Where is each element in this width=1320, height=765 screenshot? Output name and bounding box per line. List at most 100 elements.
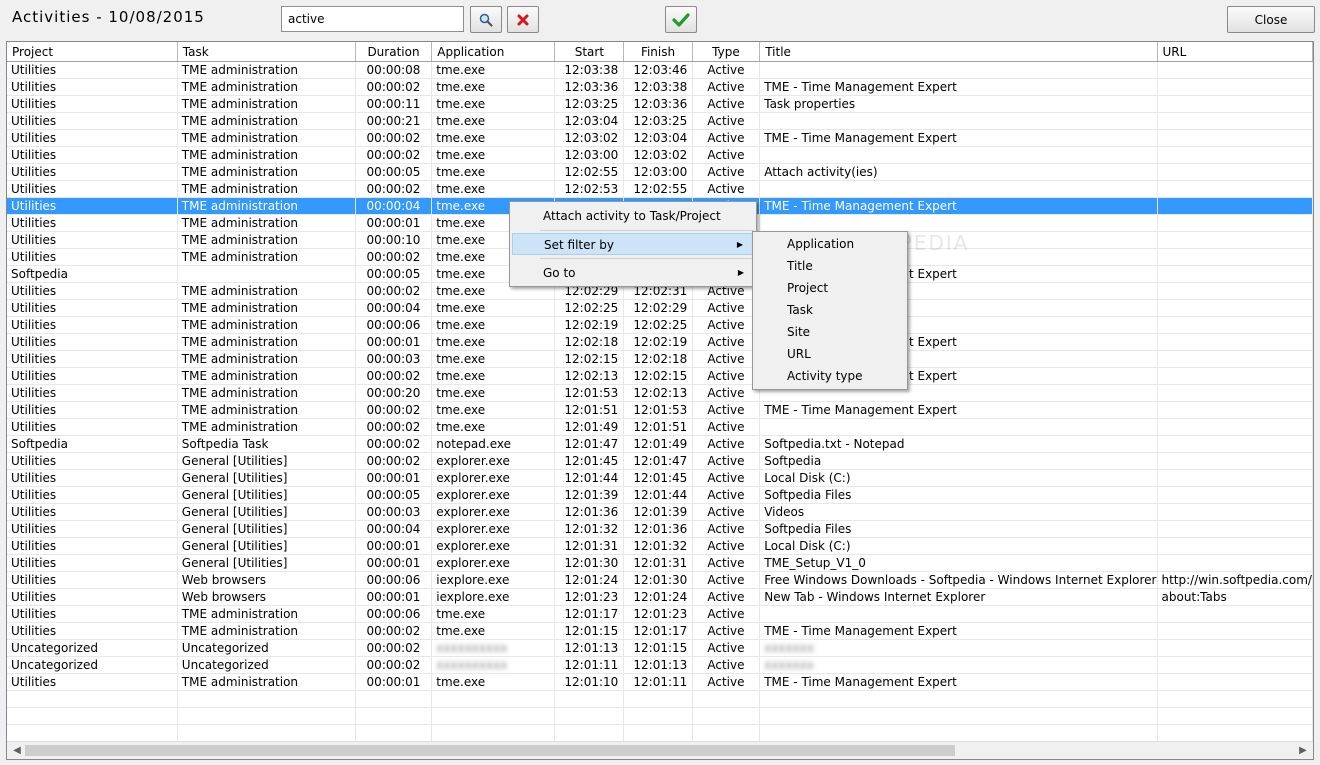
column-header[interactable]: Duration [355,42,433,62]
table-row[interactable]: Utilities TME administration 00:00:11 tme.e… [7,95,1313,113]
table-row[interactable]: Utilities TME administration 00:00:20 tme.e… [7,384,1313,402]
table-row[interactable]: Utilities TME administration 00:00:02 tme.e… [7,367,1313,385]
table-cell: 12:02:29 [623,299,693,317]
table-cell: 00:00:03 [355,503,433,521]
table-row[interactable]: Utilities TME administration 00:00:02 tme.e… [7,129,1313,147]
submenu-item[interactable]: Application [755,233,905,255]
table-row[interactable]: Utilities General [Utilities] 00:00:03 expl… [7,503,1313,521]
table-cell: 00:00:05 [355,486,433,504]
table-cell [623,690,693,708]
column-header[interactable]: URL [1157,42,1313,62]
table-cell: 00:00:01 [355,469,433,487]
table-row[interactable]: Utilities TME administration 00:00:21 tme.e… [7,112,1313,130]
table-cell: 00:00:06 [355,316,433,334]
table-cell [1157,129,1313,147]
table-row[interactable]: Utilities General [Utilities] 00:00:01 expl… [7,554,1313,572]
table-cell: TME administration [177,622,356,640]
column-header[interactable]: Start [554,42,625,62]
table-row[interactable]: Utilities TME administration 00:00:05 tme.e… [7,163,1313,181]
table-row[interactable]: Utilities TME administration 00:00:02 tme.e… [7,401,1313,419]
table-cell: TME administration [177,95,356,113]
table-cell: TME administration [177,673,356,691]
column-header[interactable]: Application [431,42,556,62]
column-header[interactable]: Type [692,42,761,62]
search-button[interactable] [470,6,502,33]
column-header[interactable]: Finish [623,42,693,62]
table-row[interactable]: Utilities TME administration 00:00:02 tme.e… [7,622,1313,640]
column-header[interactable]: Title [759,42,1158,62]
submenu-item[interactable]: Title [755,255,905,277]
table-row[interactable]: Uncategorized Uncategorized 00:00:02 xxxxxx… [7,639,1313,657]
table-row[interactable]: Utilities TME administration 00:00:03 tme.e… [7,350,1313,368]
scrollbar-thumb[interactable] [25,745,955,756]
table-cell: Utilities [7,418,178,436]
search-input[interactable] [281,6,464,32]
table-cell: 12:02:53 [554,180,625,198]
table-cell [692,724,761,742]
table-cell: Web browsers [177,588,356,606]
submenu-item[interactable]: Site [755,321,905,343]
table-row[interactable]: Utilities TME administration 00:00:02 tme.e… [7,180,1313,198]
table-cell: Utilities [7,214,178,232]
table-row[interactable]: Utilities TME administration 00:00:02 tme.e… [7,418,1313,436]
clear-filter-button[interactable] [507,6,539,33]
activities-grid[interactable]: Project Task Duration Application Start Finis… [6,41,1314,760]
submenu-item[interactable]: Task [755,299,905,321]
table-row[interactable]: Utilities TME administration 00:00:04 tme.e… [7,299,1313,317]
table-cell: TME administration [177,418,356,436]
table-cell: Utilities [7,333,178,351]
table-cell: explorer.exe [431,469,556,487]
table-cell: 12:01:45 [554,452,625,470]
menu-item-go-to[interactable]: Go to ▶ [512,262,754,284]
column-header[interactable]: Project [7,42,178,62]
scroll-left-icon[interactable]: ◀ [9,743,25,758]
table-cell: Active [692,588,761,606]
table-cell: 12:01:13 [554,639,625,657]
table-row[interactable]: Utilities TME administration 00:00:06 tme.e… [7,316,1313,334]
table-cell: Active [692,350,761,368]
menu-separator [540,230,754,231]
table-row[interactable]: Softpedia Softpedia Task 00:00:02 notepad.e… [7,435,1313,453]
submenu-item[interactable]: Project [755,277,905,299]
table-row[interactable]: Utilities General [Utilities] 00:00:02 expl… [7,452,1313,470]
table-cell [431,707,556,725]
apply-button[interactable] [665,6,697,33]
table-cell: Active [692,656,761,674]
table-row[interactable]: Utilities General [Utilities] 00:00:01 expl… [7,469,1313,487]
table-row[interactable]: Utilities Web browsers 00:00:01 iexplore.ex… [7,588,1313,606]
table-cell [1157,537,1313,555]
submenu-item[interactable]: URL [755,343,905,365]
table-cell: 00:00:06 [355,571,433,589]
column-header[interactable]: Task [177,42,356,62]
table-cell: Active [692,554,761,572]
table-cell: 12:02:25 [554,299,625,317]
table-cell: 12:03:00 [554,146,625,164]
table-row[interactable]: Utilities General [Utilities] 00:00:01 expl… [7,537,1313,555]
menu-item-set-filter[interactable]: Set filter by ▶ [512,233,754,255]
close-button[interactable]: Close [1227,6,1315,33]
table-cell: 12:02:15 [554,350,625,368]
table-cell: 12:03:46 [623,61,693,79]
table-cell: 12:02:13 [623,384,693,402]
table-row[interactable]: Utilities TME administration 00:00:01 tme.e… [7,333,1313,351]
table-cell: 12:01:10 [554,673,625,691]
table-cell [431,690,556,708]
table-row[interactable]: Utilities TME administration 00:00:08 tme.e… [7,61,1313,79]
table-cell: Utilities [7,299,178,317]
submenu-arrow-icon: ▶ [736,240,743,249]
table-row[interactable]: Uncategorized Uncategorized 00:00:02 xxxxxx… [7,656,1313,674]
horizontal-scrollbar[interactable]: ◀ ▶ [7,741,1313,759]
table-row[interactable]: Utilities Web browsers 00:00:06 iexplore.ex… [7,571,1313,589]
table-row[interactable]: Utilities TME administration 00:00:01 tme.e… [7,673,1313,691]
scroll-right-icon[interactable]: ▶ [1295,743,1311,758]
table-row[interactable]: Utilities TME administration 00:00:06 tme.e… [7,605,1313,623]
menu-item-attach[interactable]: Attach activity to Task/Project [512,205,754,227]
table-row[interactable]: Utilities TME administration 00:00:02 tme.e… [7,146,1313,164]
table-cell: xxxxxxxxxx [431,656,556,674]
table-cell: 00:00:03 [355,350,433,368]
table-row[interactable]: Utilities TME administration 00:00:02 tme.e… [7,78,1313,96]
table-row[interactable]: Utilities General [Utilities] 00:00:05 expl… [7,486,1313,504]
table-cell: 12:01:30 [554,554,625,572]
submenu-item[interactable]: Activity type [755,365,905,387]
table-row[interactable]: Utilities General [Utilities] 00:00:04 expl… [7,520,1313,538]
